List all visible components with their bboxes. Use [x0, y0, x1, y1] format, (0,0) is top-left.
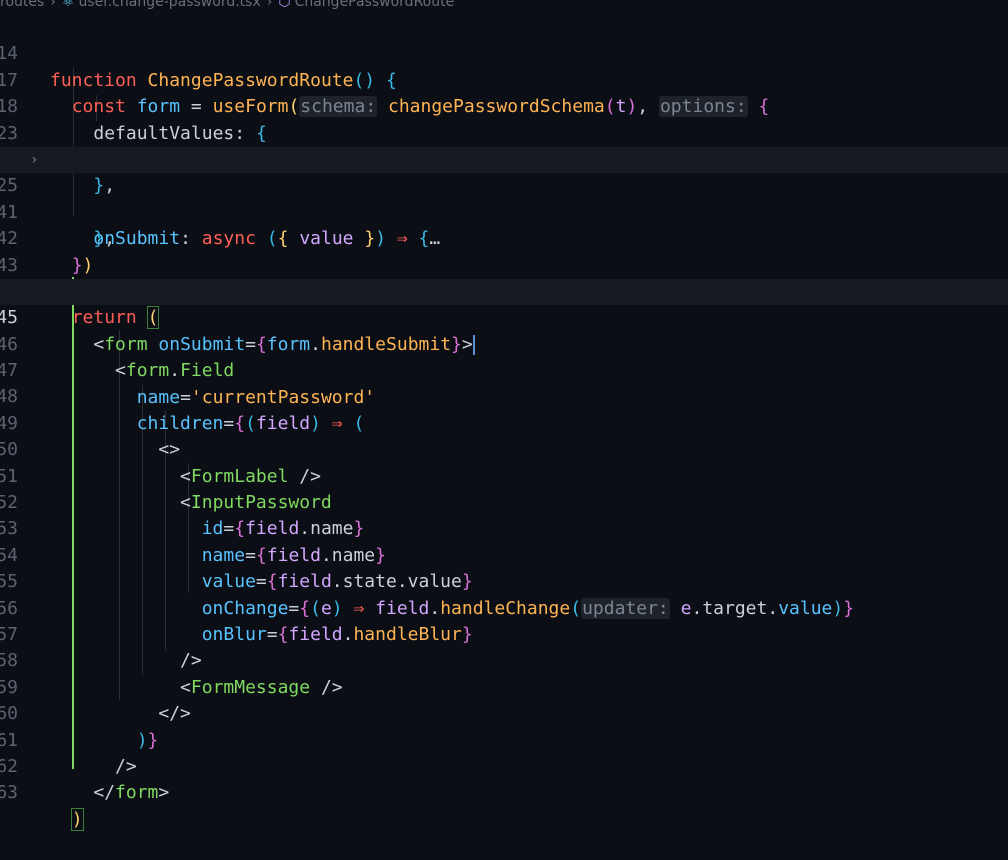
code-line: 52 id={field.name} — [0, 464, 1008, 539]
code-line-folded: 25 › onSubmit: async ({ value }) ⇒ {… — [0, 146, 1008, 249]
code-line: 18 defaultValues: { — [0, 68, 1008, 143]
code-line: 62 </form> — [0, 728, 1008, 803]
code-line: 51 <InputPassword — [0, 437, 1008, 513]
code-line: 23 revokeOtherSessions: true, — [0, 94, 1008, 170]
matching-bracket: ) — [70, 807, 84, 831]
breadcrumb: routes › ⚛ user.change-password.tsx › ⬡ Change… — [0, 0, 454, 10]
code-line: 57 /> — [0, 596, 1008, 671]
code-line: 47 name='currentPassword' — [0, 332, 1008, 407]
code-line: 50 <FormLabel /> — [0, 411, 1008, 486]
code-line: 46 <form.Field — [0, 305, 1008, 381]
breadcrumb-file[interactable]: user.change-password.tsx — [78, 0, 260, 10]
code-line: 63 ) — [0, 754, 1008, 831]
code-line-current: 45 <form onSubmit={form.handleSubmit}> — [0, 278, 1008, 355]
code-line: 14 function ChangePasswordRoute() { — [0, 15, 1008, 90]
code-lines[interactable]: 14 function ChangePasswordRoute() { 17 c… — [0, 15, 1008, 831]
breadcrumb-folder[interactable]: routes — [0, 0, 44, 10]
breadcrumb-symbol[interactable]: ChangePasswordRoute — [295, 0, 455, 10]
code-line: 49 <> — [0, 384, 1008, 460]
code-line: 58 <FormMessage /> — [0, 622, 1008, 697]
code-line: 56 onBlur={field.handleBlur} — [0, 569, 1008, 645]
code-line: 55 onChange={(e) ⇒ field.handleChange(up… — [0, 543, 1008, 619]
code-line: 42 }) — [0, 200, 1008, 275]
code-line: 60 )} — [0, 675, 1008, 750]
code-line: 53 name={field.name} — [0, 490, 1008, 565]
code-line: 17 const form = useForm(schema: changePa… — [0, 41, 1008, 118]
code-line: 61 /> — [0, 701, 1008, 777]
code-line: 43 — [0, 226, 1008, 276]
chevron-right-icon[interactable]: › — [30, 147, 38, 173]
react-icon: ⚛ — [61, 0, 75, 10]
cube-icon: ⬡ — [278, 0, 291, 10]
chevron-right-icon: › — [50, 0, 56, 10]
code-line: 54 value={field.state.value} — [0, 516, 1008, 592]
code-line: 59 </> — [0, 648, 1008, 724]
code-line: 24 }, — [0, 121, 1008, 196]
code-line: 44 return ( — [0, 253, 1008, 330]
chevron-right-icon: › — [266, 0, 273, 10]
code-line: 48 children={(field) ⇒ ( — [0, 358, 1008, 433]
code-line: 41 }, — [0, 173, 1008, 249]
code-editor[interactable]: routes › ⚛ user.change-password.tsx › ⬡ Change… — [0, 0, 1008, 831]
